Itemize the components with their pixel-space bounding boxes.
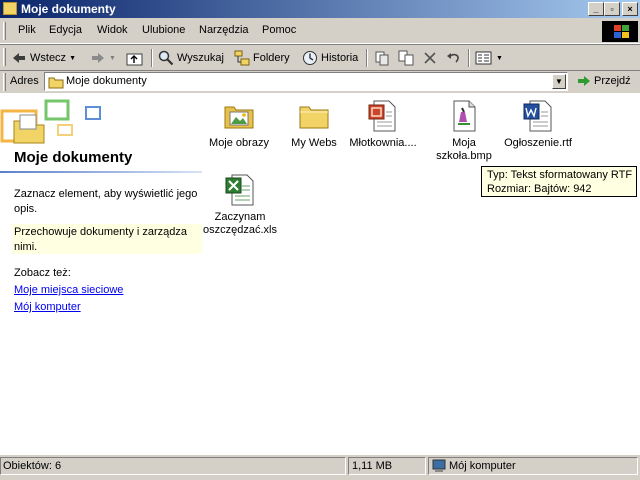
menu-pomoc[interactable]: Pomoc [262,24,296,36]
back-dropdown-icon[interactable]: ▼ [69,55,76,62]
folder-pictures-icon [224,106,254,129]
go-arrow-icon [578,76,590,86]
tooltip-size: Rozmiar: Bajtów: 942 [487,183,592,195]
up-button[interactable] [126,49,143,67]
forward-arrow-icon [92,53,104,63]
panel-divider [0,171,202,173]
status-zone-panel: Mój komputer [428,457,638,475]
address-grip[interactable] [3,73,6,91]
menu-widok[interactable]: Widok [97,24,128,36]
file-item-mlotkownia[interactable]: Młotkownia.... [345,100,421,150]
address-input[interactable]: Moje dokumenty ▼ [44,72,568,91]
status-bar: Obiektów: 6 1,11 MB Mój komputer [0,455,640,480]
file-label: Moja szkoła.bmp [436,137,492,162]
word-file-icon [523,100,552,132]
link-network-places[interactable]: Moje miejsca sieciowe [14,284,123,296]
folders-label: Foldery [253,52,290,64]
file-item-zaczynam[interactable]: Zaczynam oszczędzać.xls [197,174,283,237]
status-objects: Obiektów: 6 [3,460,62,472]
copy-to-button[interactable] [398,49,414,67]
search-icon [158,50,174,66]
toolbar-grip[interactable] [3,48,6,66]
panel-title: Moje dokumenty [14,149,133,166]
menu-narzedzia[interactable]: Narzędzia [199,24,249,36]
bitmap-file-icon [453,100,476,132]
menu-edycja[interactable]: Edycja [49,24,82,36]
delete-button[interactable] [422,49,438,67]
address-label: Adres [10,75,39,87]
undo-button[interactable] [446,49,462,67]
address-dropdown-button[interactable]: ▼ [552,74,566,89]
forward-dropdown-icon[interactable]: ▼ [109,55,116,62]
history-clock-icon [303,51,317,65]
tooltip-type: Typ: Tekst sformatowany RTF [487,169,633,181]
copy-to-icon [398,50,414,66]
window-title: Moje dokumenty [21,2,116,16]
file-info-tooltip: Typ: Tekst sformatowany RTF Rozmiar: Baj… [481,166,637,197]
delete-x-icon [424,52,436,64]
folders-button[interactable]: Foldery [234,49,290,67]
forward-button[interactable]: ▼ [90,49,116,67]
see-also-label: Zobacz też: [14,267,71,279]
status-size-panel: 1,11 MB [348,457,426,475]
history-button[interactable]: Historia [302,49,358,67]
toolbar-separator [468,49,470,67]
toolbar-separator [151,49,153,67]
file-label: Ogłoszenie.rtf [504,137,572,149]
excel-file-icon [225,174,254,206]
file-label: Moje obrazy [209,137,269,149]
folder-icon [3,2,17,15]
minimize-button[interactable]: _ [588,2,604,16]
file-label: My Webs [291,137,337,149]
toolbar-separator [366,49,368,67]
move-to-icon [375,51,389,66]
file-label: Młotkownia.... [349,137,417,149]
folder-banner-icon [0,99,101,144]
file-label: Zaczynam oszczędzać.xls [203,211,277,236]
title-bar: Moje dokumenty _ ▫ × [0,0,640,18]
maximize-button[interactable]: ▫ [604,2,620,16]
folder-icon [299,106,329,129]
views-icon [475,51,492,65]
go-label: Przejdź [594,75,631,87]
menu-bar: Plik Edycja Widok Ulubione Narzędzia Pom… [0,19,640,44]
address-bar: Adres Moje dokumenty ▼ Przejdź [0,70,640,93]
panel-hint-text: Przechowuje dokumenty i zarządza nimi. [14,226,188,253]
menu-ulubione[interactable]: Ulubione [142,24,185,36]
powerpoint-file-icon [368,100,396,132]
search-label: Wyszukaj [177,52,224,64]
link-my-computer[interactable]: Mój komputer [14,301,81,313]
move-to-button[interactable] [374,49,390,67]
menu-plik[interactable]: Plik [18,24,36,36]
close-button[interactable]: × [622,2,638,16]
folder-up-icon [126,53,143,65]
folders-tree-icon [234,50,250,66]
file-item-ogloszenie[interactable]: Ogłoszenie.rtf [500,100,576,150]
panel-hint: Przechowuje dokumenty i zarządza nimi. [12,224,202,254]
file-item-moja-szkola[interactable]: Moja szkoła.bmp [426,100,502,163]
back-arrow-icon [13,53,25,63]
back-label: Wstecz [30,52,67,64]
standard-toolbar: Wstecz ▼ ▼ Wyszukaj Foldery Historia ▼ [0,44,640,71]
panel-description: Zaznacz element, aby wyświetlić jego opi… [14,188,198,215]
file-item-moje-obrazy[interactable]: Moje obrazy [201,100,277,150]
file-item-my-webs[interactable]: My Webs [276,100,352,150]
menu-grip[interactable] [3,22,6,40]
windows-logo-icon [602,21,638,42]
search-button[interactable]: Wyszukaj [158,49,224,67]
history-label: Historia [321,52,359,64]
views-button[interactable]: ▼ [475,49,503,67]
status-size: 1,11 MB [352,460,393,472]
status-zone: Mój komputer [449,460,516,472]
go-button[interactable]: Przejdź [576,74,631,88]
folder-view[interactable]: Moje dokumenty Zaznacz element, aby wyśw… [0,93,640,455]
address-value: Moje dokumenty [66,75,147,87]
my-documents-icon [48,77,64,89]
computer-icon [432,459,446,472]
status-objects-panel: Obiektów: 6 [0,457,346,475]
undo-icon [447,53,459,63]
views-dropdown-icon[interactable]: ▼ [496,55,503,62]
back-button[interactable]: Wstecz ▼ [11,49,76,67]
